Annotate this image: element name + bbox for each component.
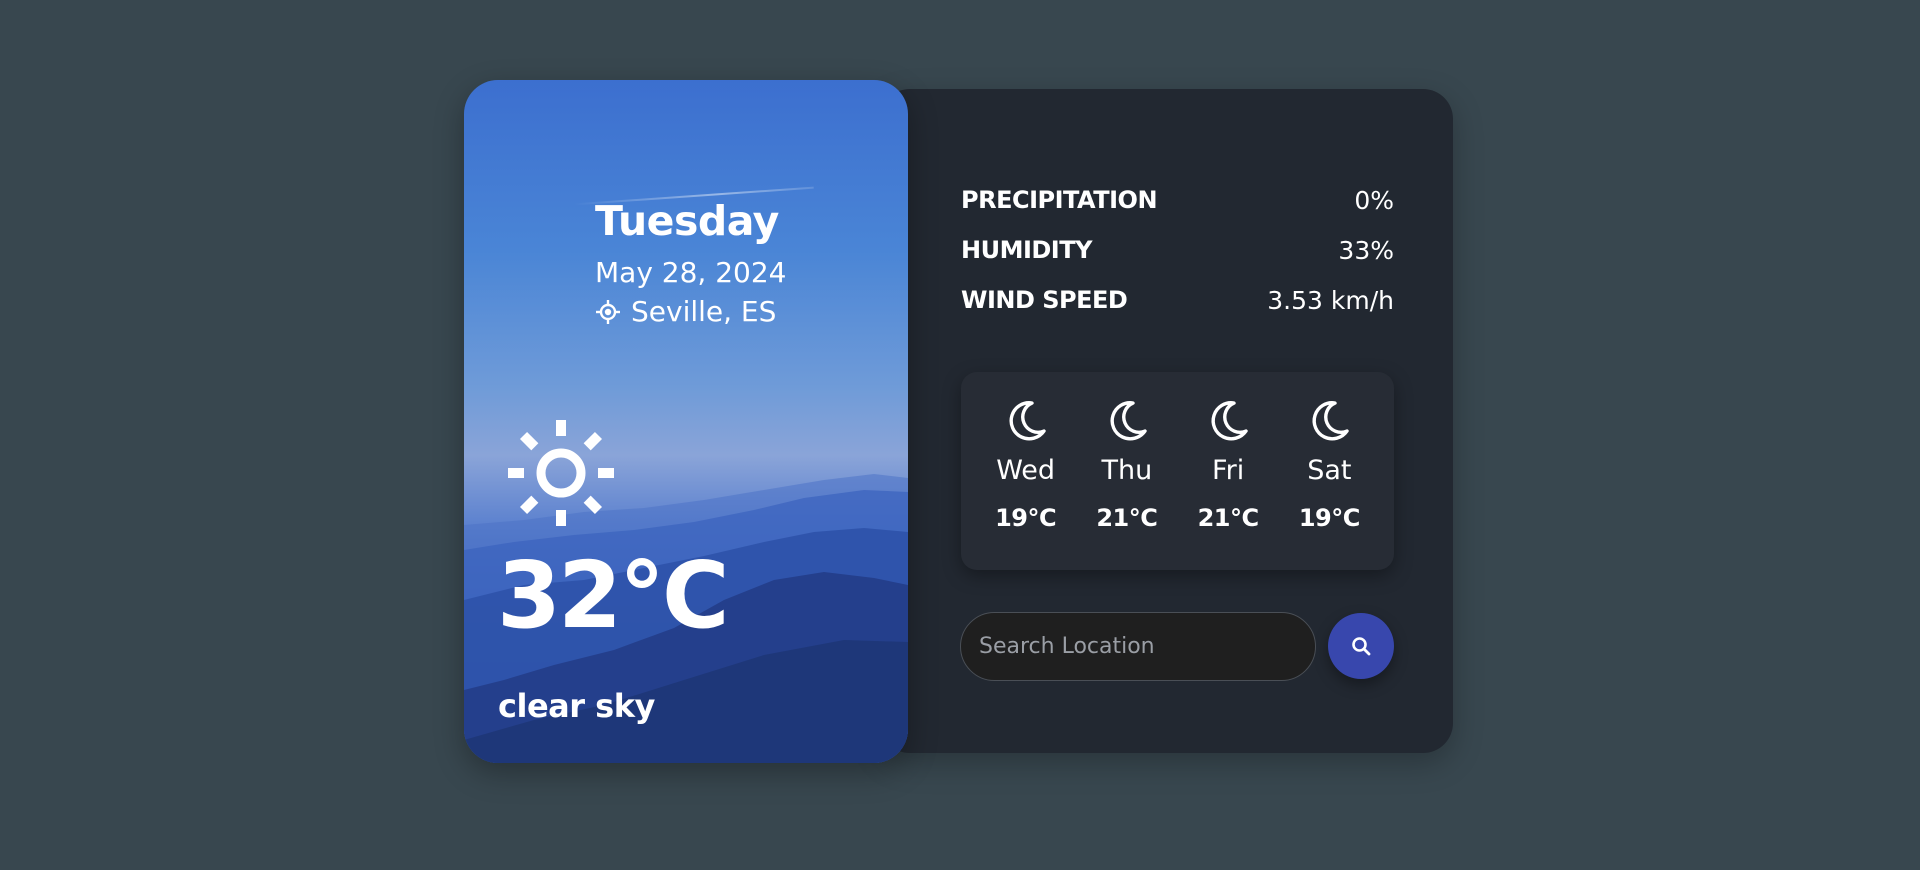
current-condition: clear sky xyxy=(498,687,655,725)
search-button[interactable] xyxy=(1328,613,1394,679)
current-day: Tuesday xyxy=(595,197,779,245)
forecast-day-name: Fri xyxy=(1212,455,1245,486)
stat-label: WIND SPEED xyxy=(961,286,1128,314)
forecast-day-temp: 19°C xyxy=(1298,504,1361,532)
forecast-day-temp: 19°C xyxy=(995,504,1057,532)
stat-label: PRECIPITATION xyxy=(961,186,1158,214)
forecast-day-name: Sat xyxy=(1307,455,1352,486)
forecast-panel: Wed 19°C Thu 21°C Fri 21°C Sat 19°C xyxy=(961,372,1394,570)
forecast-day: Fri 21°C xyxy=(1183,372,1273,532)
moon-icon xyxy=(1211,401,1248,441)
location-label: Seville, ES xyxy=(631,295,777,328)
current-location: Seville, ES xyxy=(595,295,776,328)
stat-value: 0% xyxy=(1354,185,1394,215)
stat-value: 3.53 km/h xyxy=(1267,285,1394,315)
sun-icon xyxy=(508,420,614,526)
forecast-day-name: Thu xyxy=(1101,455,1153,486)
stat-row-precipitation: PRECIPITATION 0% xyxy=(961,175,1394,225)
current-date: May 28, 2024 xyxy=(595,256,787,289)
forecast-day-temp: 21°C xyxy=(1096,504,1158,532)
forecast-day: Thu 21°C xyxy=(1082,372,1172,532)
stat-label: HUMIDITY xyxy=(961,236,1093,264)
moon-icon xyxy=(1009,401,1046,441)
forecast-day: Sat 19°C xyxy=(1284,372,1374,532)
moon-icon xyxy=(1110,401,1147,441)
search-location-input[interactable] xyxy=(960,612,1316,681)
stat-row-wind-speed: WIND SPEED 3.53 km/h xyxy=(961,275,1394,325)
forecast-day-temp: 21°C xyxy=(1197,504,1260,532)
forecast-day: Wed 19°C xyxy=(981,372,1071,532)
search-icon xyxy=(1352,637,1371,656)
weather-stats: PRECIPITATION 0% HUMIDITY 33% WIND SPEED… xyxy=(961,175,1394,325)
forecast-day-name: Wed xyxy=(996,455,1056,486)
stat-row-humidity: HUMIDITY 33% xyxy=(961,225,1394,275)
stat-value: 33% xyxy=(1338,235,1394,265)
current-temperature: 32°C xyxy=(497,542,730,649)
current-weather-card: Tuesday May 28, 2024 Seville, ES 32°C cl… xyxy=(464,80,908,763)
moon-icon xyxy=(1312,401,1350,441)
location-crosshair-icon xyxy=(596,299,620,324)
